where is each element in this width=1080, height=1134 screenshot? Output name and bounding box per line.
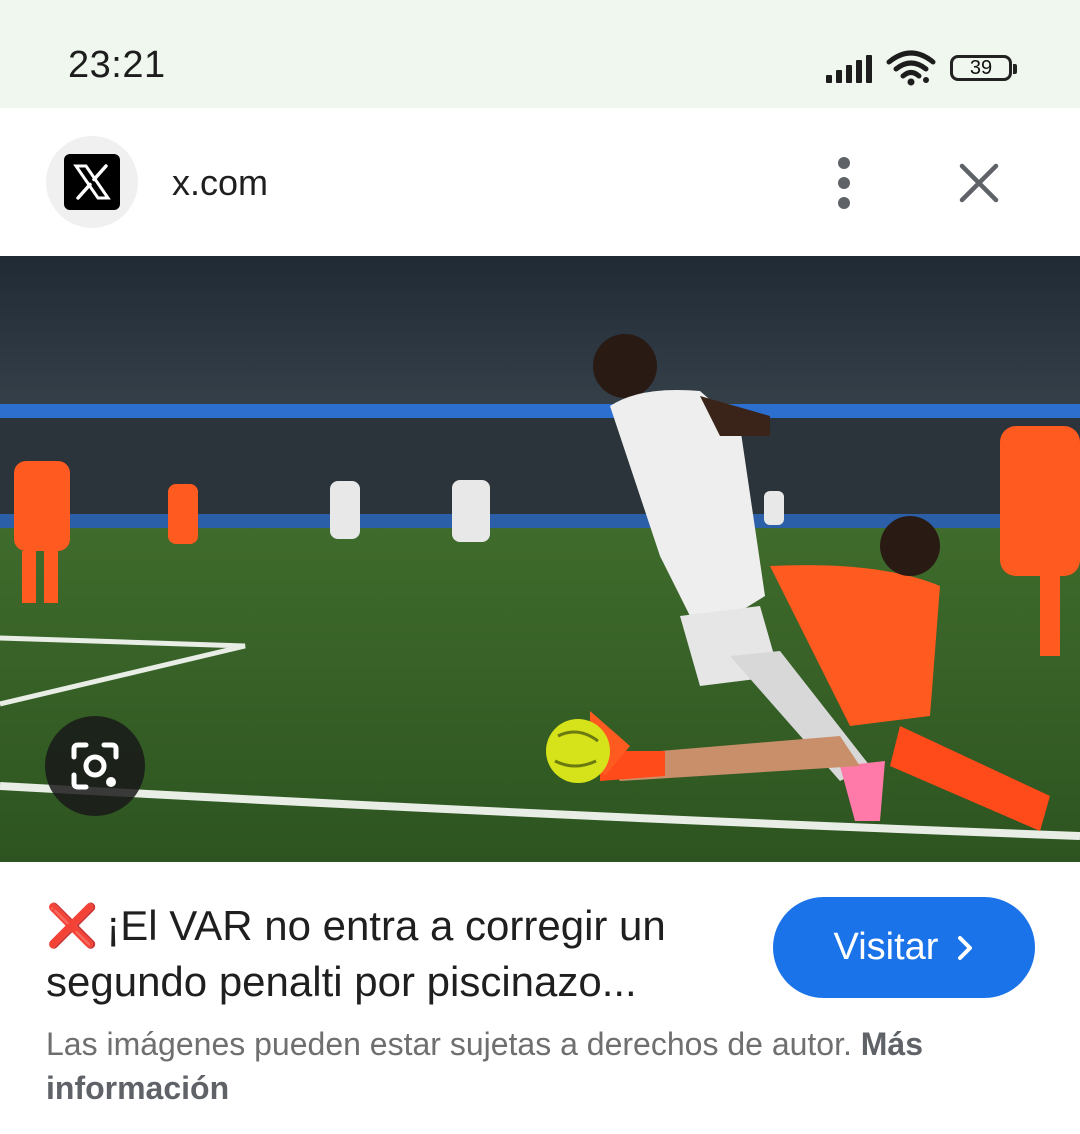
viewer-header: x.com	[0, 108, 1080, 256]
copyright-text: Las imágenes pueden estar sujetas a dere…	[46, 1026, 852, 1062]
football-scene	[0, 256, 1080, 862]
visit-button[interactable]: Visitar	[773, 897, 1035, 998]
cross-mark-icon: ❌	[46, 902, 99, 949]
more-vert-icon[interactable]	[820, 148, 868, 218]
site-avatar[interactable]	[46, 136, 138, 228]
google-lens-icon[interactable]	[45, 716, 145, 816]
close-icon[interactable]	[950, 154, 1008, 212]
status-icons: 39	[826, 48, 1017, 88]
signal-icon	[826, 53, 872, 83]
wifi-icon	[886, 50, 936, 86]
x-logo-icon	[64, 154, 120, 210]
result-title-text: ¡El VAR no entra a corregir un segundo p…	[46, 902, 666, 1005]
copyright-notice: Las imágenes pueden estar sujetas a dere…	[46, 1022, 1036, 1110]
battery-icon: 39	[950, 55, 1017, 81]
chevron-right-icon	[958, 935, 973, 960]
result-image[interactable]	[0, 256, 1080, 862]
status-bar: 23:21 39	[0, 0, 1080, 108]
visit-button-label: Visitar	[833, 926, 939, 968]
battery-level: 39	[969, 56, 993, 79]
result-title[interactable]: ❌ ¡El VAR no entra a corregir un segundo …	[46, 898, 746, 1010]
status-time: 23:21	[68, 44, 166, 86]
site-name[interactable]: x.com	[172, 162, 268, 204]
